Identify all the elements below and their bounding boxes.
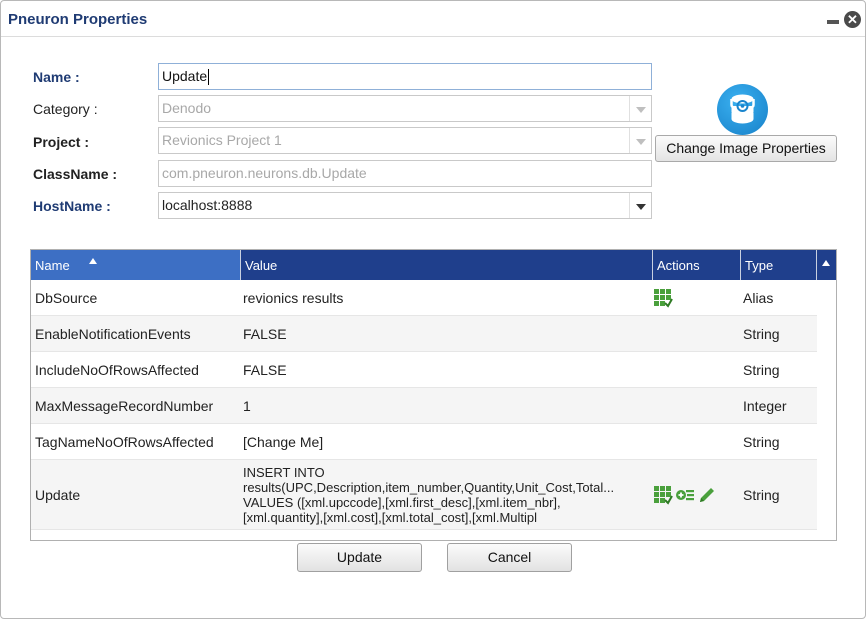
column-header-value[interactable]: Value xyxy=(241,250,653,280)
name-field[interactable]: Update xyxy=(158,63,652,90)
properties-grid: Name Value Actions Type DbSource revioni… xyxy=(30,249,837,541)
cell-type: String xyxy=(743,433,780,450)
project-select[interactable]: Revionics Project 1 xyxy=(158,127,652,154)
cell-type: Alias xyxy=(743,289,774,306)
cell-actions xyxy=(653,424,741,459)
cell-type: String xyxy=(743,325,780,342)
change-image-properties-button[interactable]: Change Image Properties xyxy=(655,135,837,162)
dialog-title: Pneuron Properties xyxy=(8,11,148,28)
cell-value[interactable]: [Change Me] xyxy=(241,424,651,459)
text-cursor xyxy=(208,69,210,86)
category-value: Denodo xyxy=(162,100,212,116)
name-value: Update xyxy=(162,68,208,84)
chevron-down-icon[interactable] xyxy=(629,96,651,121)
column-header-actions[interactable]: Actions xyxy=(653,250,741,280)
hostname-select[interactable]: localhost:8888 xyxy=(158,192,652,219)
value-line: VALUES ([xml.upccode],[xml.first_desc],[… xyxy=(243,494,561,510)
cell-actions xyxy=(653,316,741,351)
cell-name: MaxMessageRecordNumber xyxy=(35,397,214,414)
multiline-value: INSERT INTO results(UPC,Description,item… xyxy=(243,465,647,525)
cell-value[interactable]: INSERT INTO results(UPC,Description,item… xyxy=(241,460,651,529)
classname-value: com.pneuron.neurons.db.Update xyxy=(162,165,367,181)
cell-name: IncludeNoOfRowsAffected xyxy=(35,361,199,378)
table-row[interactable]: EnableNotificationEvents FALSE String xyxy=(31,316,817,352)
cell-actions xyxy=(653,460,741,529)
minimize-icon[interactable] xyxy=(825,11,841,27)
scroll-up-button[interactable] xyxy=(817,250,836,280)
add-list-icon[interactable] xyxy=(675,485,695,505)
table-row[interactable]: DbSource revionics results Alias xyxy=(31,280,817,316)
column-header-type[interactable]: Type xyxy=(741,250,817,280)
classname-label: ClassName : xyxy=(33,166,118,182)
table-row[interactable]: Update INSERT INTO results(UPC,Descripti… xyxy=(31,460,817,530)
project-label: Project : xyxy=(33,134,90,150)
cell-value[interactable]: FALSE xyxy=(241,316,651,351)
database-icon xyxy=(717,84,768,135)
name-label: Name : xyxy=(33,69,80,85)
value-line: [xml.quantity],[xml.cost],[xml.total_cos… xyxy=(243,509,538,525)
cell-name: TagNameNoOfRowsAffected xyxy=(35,433,214,450)
chevron-down-icon[interactable] xyxy=(629,193,651,218)
category-label: Category : xyxy=(33,101,98,117)
grid-select-icon[interactable] xyxy=(653,288,673,308)
edit-pencil-icon[interactable] xyxy=(697,485,717,505)
pneuron-properties-dialog: Pneuron Properties ✕ Name : Update Categ… xyxy=(0,0,866,619)
cell-name: EnableNotificationEvents xyxy=(35,325,191,342)
cell-type: String xyxy=(743,361,780,378)
chevron-down-icon[interactable] xyxy=(629,128,651,153)
grid-select-icon[interactable] xyxy=(653,485,673,505)
table-row[interactable]: TagNameNoOfRowsAffected [Change Me] Stri… xyxy=(31,424,817,460)
table-row[interactable]: IncludeNoOfRowsAffected FALSE String xyxy=(31,352,817,388)
table-row[interactable]: MaxMessageRecordNumber 1 Integer xyxy=(31,388,817,424)
cell-actions xyxy=(653,388,741,423)
value-line: INSERT INTO xyxy=(243,464,325,480)
classname-field[interactable]: com.pneuron.neurons.db.Update xyxy=(158,160,652,187)
dialog-titlebar[interactable]: Pneuron Properties ✕ xyxy=(1,1,865,37)
column-header-name-label: Name xyxy=(35,258,70,273)
scroll-up-icon xyxy=(822,260,830,266)
cell-name: DbSource xyxy=(35,289,98,306)
update-button[interactable]: Update xyxy=(297,543,422,572)
cell-value[interactable]: FALSE xyxy=(241,352,651,387)
cell-actions xyxy=(653,280,741,315)
cell-value[interactable]: revionics results xyxy=(241,280,651,315)
hostname-label: HostName : xyxy=(33,198,111,214)
cell-value[interactable]: 1 xyxy=(241,388,651,423)
column-header-name[interactable]: Name xyxy=(31,250,241,280)
grid-header: Name Value Actions Type xyxy=(31,250,836,280)
cell-type: String xyxy=(743,486,780,503)
cell-name: Update xyxy=(35,486,81,503)
close-icon[interactable]: ✕ xyxy=(844,11,861,28)
category-select[interactable]: Denodo xyxy=(158,95,652,122)
project-value: Revionics Project 1 xyxy=(162,132,282,148)
hostname-value: localhost:8888 xyxy=(162,197,253,213)
cancel-button[interactable]: Cancel xyxy=(447,543,572,572)
cell-actions xyxy=(653,352,741,387)
sort-ascending-icon xyxy=(89,258,97,264)
value-line: results(UPC,Description,item_number,Quan… xyxy=(243,479,615,495)
cell-type: Integer xyxy=(743,397,787,414)
